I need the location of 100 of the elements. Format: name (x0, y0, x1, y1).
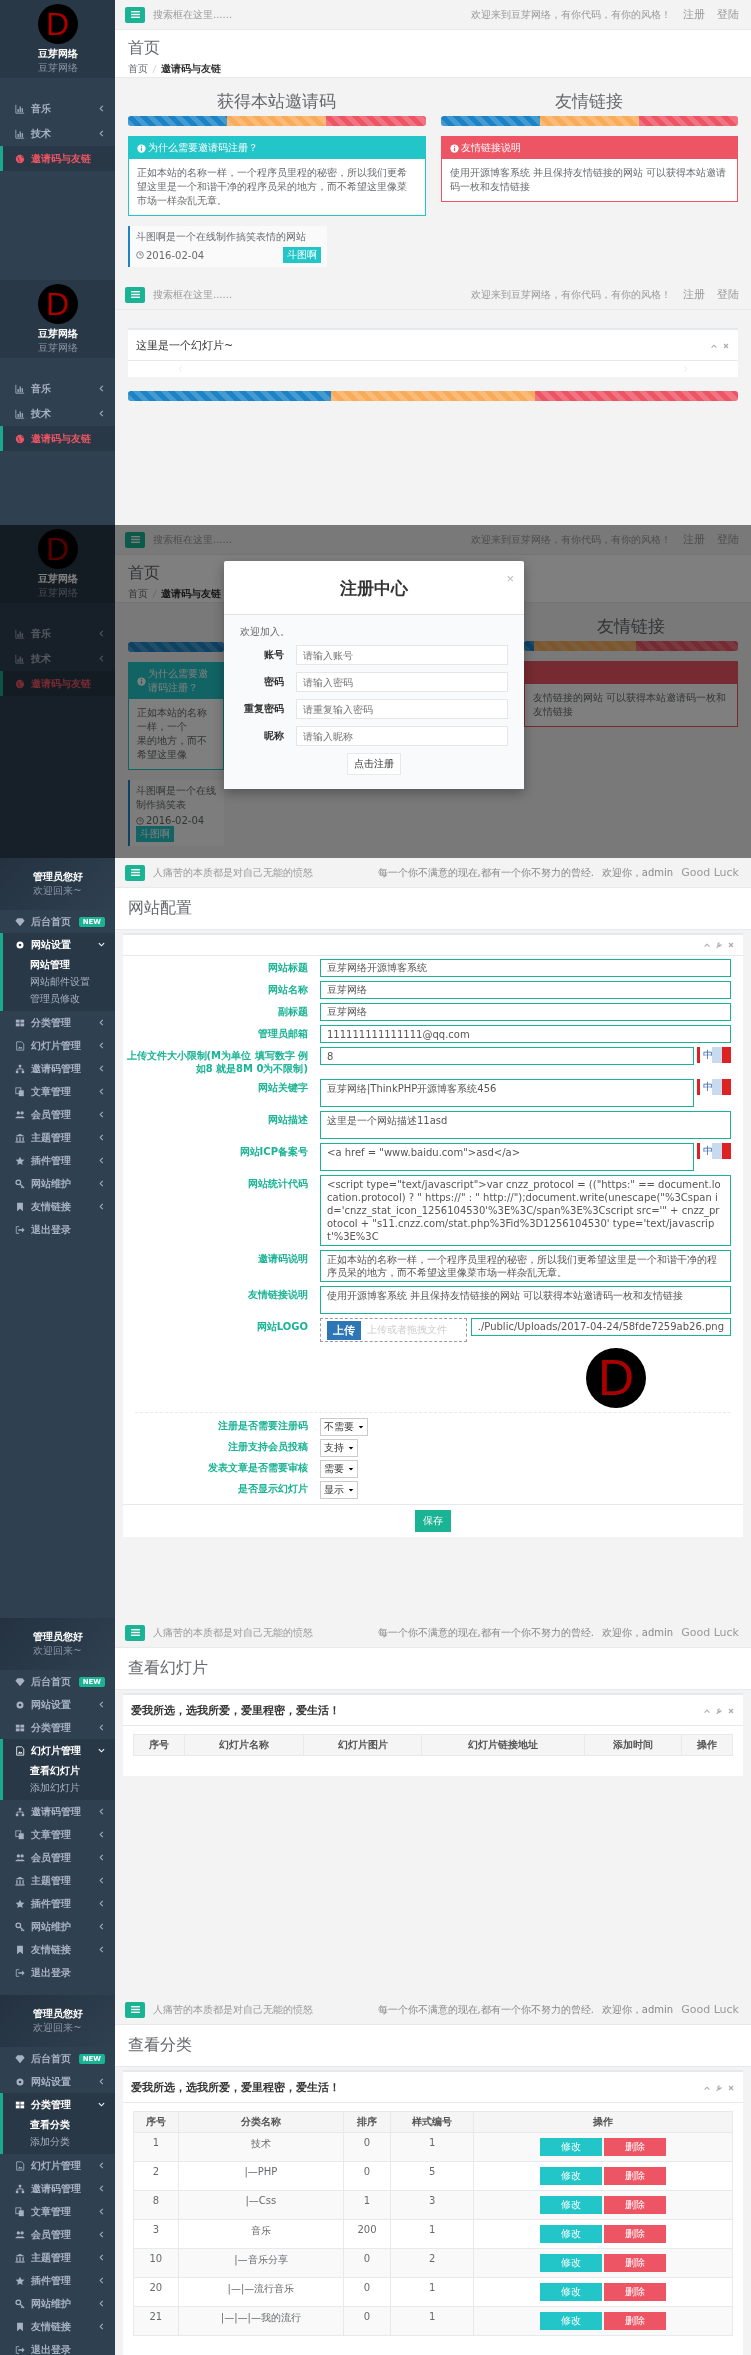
close-icon[interactable] (727, 1706, 735, 1715)
menu-item[interactable]: 分类管理 (0, 1716, 115, 1739)
nav-item[interactable]: 邀请码与友链 (0, 146, 115, 171)
wrench-icon[interactable] (715, 2083, 723, 2092)
top-link[interactable]: 登陆 (717, 287, 739, 302)
close-icon[interactable] (722, 341, 730, 350)
text-area[interactable]: 这里是一个网站描述11asd (320, 1111, 731, 1139)
menu-item[interactable]: 网站设置 (0, 2070, 115, 2093)
delete-button[interactable]: 删除 (604, 2138, 667, 2156)
dropdown[interactable]: 显示 (320, 1481, 358, 1499)
input-method-badge[interactable]: 中 (697, 1079, 731, 1095)
search-field[interactable]: 搜索框在这里...... (153, 9, 248, 20)
delete-button[interactable]: 删除 (604, 2167, 667, 2185)
input-field[interactable]: ./Public/Uploads/2017-04-24/58fde7259ab26.png (470, 1318, 731, 1336)
submenu-item[interactable]: 管理员修改 (3, 990, 115, 1007)
menu-item[interactable]: 会员管理 (0, 1846, 115, 1869)
menu-item[interactable]: 友情链接 (0, 1938, 115, 1961)
menu-item[interactable]: 主题管理 (0, 1869, 115, 1892)
upload-button[interactable]: 上传 (327, 1320, 361, 1340)
delete-button[interactable]: 删除 (604, 2312, 667, 2330)
menu-item[interactable]: 幻灯片管理 (0, 1034, 115, 1057)
top-link[interactable]: 注册 (683, 287, 705, 302)
input-field[interactable]: 请输入账号 (296, 645, 508, 665)
menu-item[interactable]: 退出登录 (0, 1218, 115, 1241)
menu-item[interactable]: 网站设置 (0, 933, 115, 956)
close-icon[interactable] (727, 2083, 735, 2092)
input-field[interactable]: 请输入昵称 (296, 726, 508, 746)
wrench-icon[interactable] (715, 941, 723, 949)
nav-item[interactable]: 音乐 (0, 96, 115, 121)
menu-item[interactable]: 插件管理 (0, 1149, 115, 1172)
menu-item[interactable]: 幻灯片管理 (0, 1739, 115, 1762)
menu-item[interactable]: 文章管理 (0, 2200, 115, 2223)
dropdown[interactable]: 不需要 (320, 1418, 368, 1436)
delete-button[interactable]: 删除 (604, 2196, 667, 2214)
submenu-item[interactable]: 添加幻灯片 (3, 1779, 115, 1796)
menu-item[interactable]: 网站维护 (0, 1915, 115, 1938)
menu-button[interactable] (125, 286, 145, 303)
menu-button[interactable] (125, 6, 145, 23)
menu-button[interactable] (125, 2001, 145, 2018)
delete-button[interactable]: 删除 (604, 2225, 667, 2243)
nav-item[interactable]: 技术 (0, 121, 115, 146)
close-icon[interactable] (727, 941, 735, 949)
delete-button[interactable]: 删除 (604, 2283, 667, 2301)
input-method-badge[interactable]: 中 (697, 1143, 731, 1159)
text-area[interactable]: <a href = "www.baidu.com">asd</a> (320, 1143, 694, 1171)
menu-item[interactable]: 邀请码管理 (0, 1800, 115, 1823)
text-area[interactable]: 使用开源博客系统 并且保持友情链接的网站 可以获得本站邀请码一枚和友情链接 (320, 1286, 731, 1314)
menu-item[interactable]: 退出登录 (0, 1961, 115, 1984)
input-field[interactable]: 请输入密码 (296, 672, 508, 692)
input-field[interactable]: 豆芽网络 (320, 981, 731, 999)
input-method-badge[interactable]: 中 (697, 1047, 731, 1063)
menu-item[interactable]: 邀请码管理 (0, 2177, 115, 2200)
input-field[interactable]: 豆芽网络开源博客系统 (320, 959, 731, 977)
text-area[interactable]: <script type="text/javascript">var cnzz_protocol = (("https:" == document.location.protocol) ? " https://" : " http://");document.write(unescape("%3Cspan id='cnzz_stat_icon_1256104530'%3E%3C/span%3E%3Cscript src='" + cnzz_protocol + "s11.cnzz.com/stat.php%3Fid%3D1256104530' type='text/javascript'%3E%3C (320, 1175, 731, 1246)
save-button[interactable]: 保存 (415, 1510, 451, 1532)
input-field[interactable]: 111111111111111@qq.com (320, 1025, 731, 1043)
chevron-up-icon[interactable] (703, 941, 711, 949)
submenu-item[interactable]: 查看幻灯片 (3, 1762, 115, 1779)
menu-item[interactable]: 友情链接 (0, 2315, 115, 2338)
menu-item[interactable]: 网站维护 (0, 1172, 115, 1195)
menu-item[interactable]: 幻灯片管理 (0, 2154, 115, 2177)
wrench-icon[interactable] (715, 1706, 723, 1715)
menu-button[interactable] (125, 864, 145, 881)
menu-item[interactable]: 退出登录 (0, 2338, 115, 2355)
input-field[interactable]: 豆芽网络 (320, 1003, 731, 1021)
menu-item[interactable]: 文章管理 (0, 1823, 115, 1846)
menu-item[interactable]: 网站设置 (0, 1693, 115, 1716)
menu-button[interactable] (125, 1624, 145, 1641)
text-area[interactable]: 正如本站的名称一样，一个程序员里程的秘密，所以我们更希望这里是一个和谐干净的程序员呆的地方，而不希望这里像菜市场一样杂乱无章。 (320, 1250, 731, 1282)
submenu-item[interactable]: 网站邮件设置 (3, 973, 115, 990)
search-field[interactable]: 搜索框在这里...... (153, 289, 248, 300)
dropdown[interactable]: 支持 (320, 1439, 358, 1457)
menu-button[interactable] (125, 531, 145, 548)
menu-item[interactable]: 分类管理 (0, 2093, 115, 2116)
top-link[interactable]: 注册 (683, 7, 705, 22)
breadcrumb-link[interactable]: 邀请码与友链 (161, 587, 221, 601)
text-area[interactable]: 豆芽网络|ThinkPHP开源博客系统456 (320, 1079, 694, 1107)
register-button[interactable]: 点击注册 (347, 753, 401, 775)
menu-item[interactable]: 邀请码管理 (0, 1057, 115, 1080)
breadcrumb-link[interactable]: 邀请码与友链 (161, 62, 221, 76)
nav-item[interactable]: 技术 (0, 401, 115, 426)
menu-item[interactable]: 文章管理 (0, 1080, 115, 1103)
breadcrumb-link[interactable]: 首页 (128, 587, 148, 601)
submenu-item[interactable]: 添加分类 (3, 2133, 115, 2150)
dropdown[interactable]: 需要 (320, 1460, 358, 1478)
menu-item[interactable]: 插件管理 (0, 1892, 115, 1915)
submenu-item[interactable]: 网站管理 (3, 956, 115, 973)
menu-item[interactable]: 分类管理 (0, 1011, 115, 1034)
menu-item[interactable]: 友情链接 (0, 1195, 115, 1218)
menu-item[interactable]: 会员管理 (0, 1103, 115, 1126)
menu-item[interactable]: 插件管理 (0, 2269, 115, 2292)
top-link[interactable]: 登陆 (717, 7, 739, 22)
input-field[interactable]: 8 (320, 1047, 694, 1065)
delete-button[interactable]: 删除 (604, 2254, 667, 2272)
nav-item[interactable]: 邀请码与友链 (0, 426, 115, 451)
menu-item[interactable]: 网站维护 (0, 2292, 115, 2315)
menu-item[interactable]: 主题管理 (0, 1126, 115, 1149)
nav-item[interactable]: 音乐 (0, 376, 115, 401)
menu-item[interactable]: 会员管理 (0, 2223, 115, 2246)
submenu-item[interactable]: 查看分类 (3, 2116, 115, 2133)
